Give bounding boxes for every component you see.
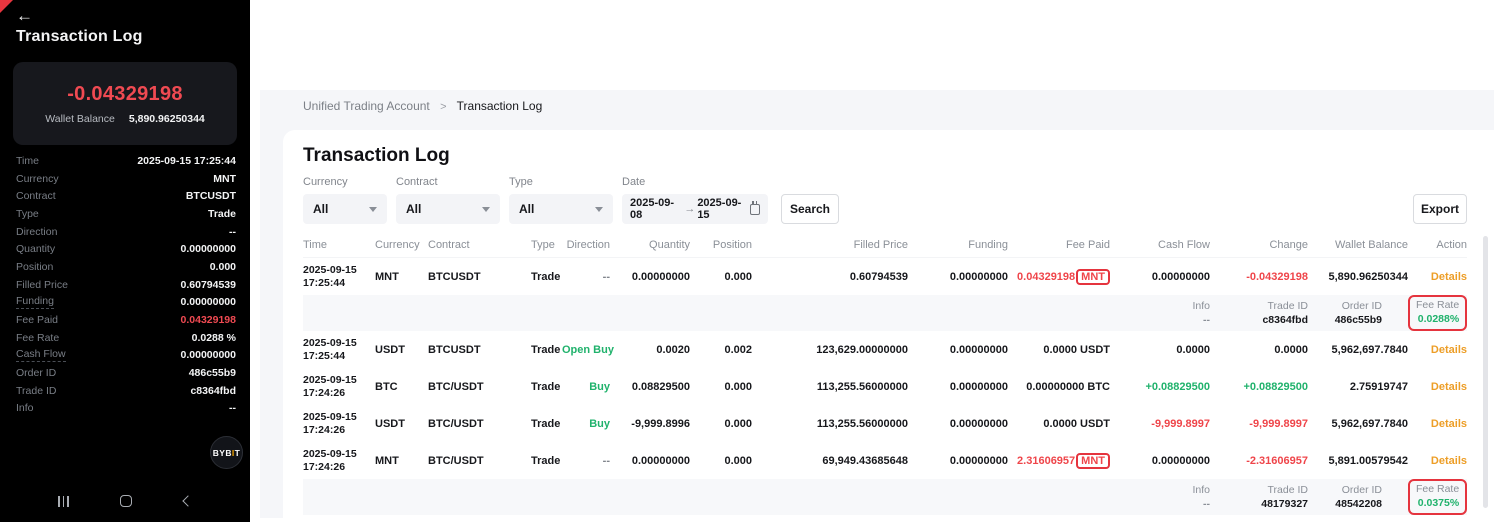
table-row: 2025-09-1517:24:26 BTC BTC/USDT Trade Bu… [303,368,1467,405]
home-icon[interactable] [120,495,132,507]
wallet-balance-label: Wallet Balance [45,113,115,125]
details-link[interactable]: Details [1431,418,1467,430]
wallet-balance-value: 5,890.96250344 [129,113,205,125]
detail-field-list: Time2025-09-15 17:25:44 CurrencyMNT Cont… [16,152,236,417]
page-title: Transaction Log [303,144,1467,168]
date-filter: Date 2025-09-08 → 2025-09-15 [622,176,768,224]
field-trade-id: Trade IDc8364fbd [16,382,236,400]
recents-icon[interactable] [58,496,69,507]
field-fee-rate: Fee Rate0.0288 % [16,329,236,347]
field-fee-paid: Fee Paid0.04329198 [16,311,236,329]
recording-indicator-icon [0,0,13,13]
chevron-down-icon [595,207,603,212]
breadcrumb: Unified Trading Account > Transaction Lo… [303,99,542,113]
currency-select[interactable]: All [303,194,387,224]
details-link[interactable]: Details [1431,455,1467,467]
details-link[interactable]: Details [1431,344,1467,356]
detail-row: Info-- Trade IDc8364fbd Order ID486c55b9… [303,295,1467,331]
contract-select[interactable]: All [396,194,500,224]
calendar-icon [750,204,760,215]
annotation-box: MNT [1076,453,1110,469]
table-scrollbar[interactable] [1483,236,1488,508]
breadcrumb-current: Transaction Log [457,99,543,113]
table-row: 2025-09-1517:24:26 USDT BTC/USDT Trade B… [303,405,1467,442]
field-filled-price: Filled Price0.60794539 [16,276,236,294]
field-info: Info-- [16,400,236,418]
screenshot-stage: ← Transaction Log -0.04329198 Wallet Bal… [0,0,1494,530]
chevron-down-icon [482,207,490,212]
type-select[interactable]: All [509,194,613,224]
chevron-down-icon [369,207,377,212]
field-funding: Funding0.00000000 [16,294,236,312]
transaction-log-card: Transaction Log Currency All Contract Al… [283,130,1494,530]
table-row: 2025-09-1517:25:44 USDT BTCUSDT Trade Op… [303,331,1467,368]
date-start: 2025-09-08 [630,197,682,221]
breadcrumb-parent[interactable]: Unified Trading Account [303,99,430,113]
nav-back-icon[interactable] [182,495,193,506]
field-currency: CurrencyMNT [16,170,236,188]
field-quantity: Quantity0.00000000 [16,240,236,258]
android-nav-bar [0,480,250,522]
export-button[interactable]: Export [1413,194,1467,224]
field-type: TypeTrade [16,205,236,223]
phone-panel: ← Transaction Log -0.04329198 Wallet Bal… [0,0,250,522]
bybit-logo: BYBIT [210,436,243,469]
field-cash-flow: Cash Flow0.00000000 [16,347,236,365]
summary-amount: -0.04329198 [13,83,237,106]
currency-filter: Currency All [303,176,387,224]
date-end: 2025-09-15 [697,197,749,221]
field-order-id: Order ID486c55b9 [16,364,236,382]
summary-card: -0.04329198 Wallet Balance 5,890.9625034… [13,62,237,145]
annotation-box: Fee Rate0.0375% [1408,479,1467,515]
details-link[interactable]: Details [1431,271,1467,283]
annotation-box: MNT [1076,269,1110,285]
date-range-input[interactable]: 2025-09-08 → 2025-09-15 [622,194,768,224]
detail-row: Info-- Trade ID48179327 Order ID48542208… [303,479,1467,515]
table-row: 2025-09-1517:25:44 MNT BTCUSDT Trade -- … [303,258,1467,295]
back-arrow-icon[interactable]: ← [16,6,33,26]
details-link[interactable]: Details [1431,381,1467,393]
table-header: Time Currency Contract Type Direction Qu… [303,232,1467,258]
contract-filter: Contract All [396,176,500,224]
field-contract: ContractBTCUSDT [16,187,236,205]
field-direction: Direction-- [16,223,236,241]
type-filter: Type All [509,176,613,224]
date-arrow: → [684,203,695,215]
phone-page-title: Transaction Log [16,28,143,46]
breadcrumb-separator: > [440,101,446,113]
transaction-table: Time Currency Contract Type Direction Qu… [303,232,1467,515]
table-row: 2025-09-1517:24:26 MNT BTC/USDT Trade --… [303,442,1467,479]
search-button[interactable]: Search [781,194,839,224]
field-time: Time2025-09-15 17:25:44 [16,152,236,170]
web-panel: Unified Trading Account > Transaction Lo… [250,0,1494,530]
filter-bar: Currency All Contract All Type [303,176,1467,224]
annotation-box: Fee Rate0.0288% [1408,295,1467,331]
field-position: Position0.000 [16,258,236,276]
